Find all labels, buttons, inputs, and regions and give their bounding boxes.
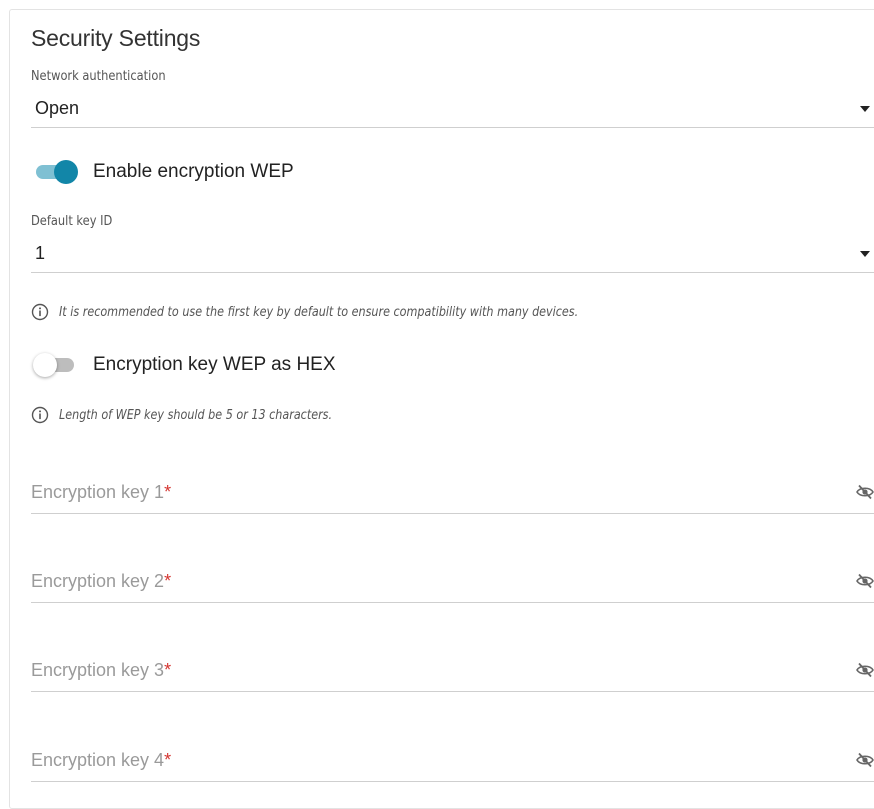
encryption-key-3-field[interactable]: Encryption key 3* <box>31 650 874 692</box>
encryption-key-4-field[interactable]: Encryption key 4* <box>31 740 874 782</box>
encryption-key-3-input[interactable] <box>31 650 841 690</box>
default-key-id-label: Default key ID <box>31 214 113 229</box>
switch-knob <box>33 353 57 377</box>
wep-hex-label: Encryption key WEP as HEX <box>93 354 336 375</box>
network-authentication-label: Network authentication <box>31 69 166 84</box>
caret-down-icon <box>860 106 870 112</box>
info-circle-icon <box>31 406 49 424</box>
eye-off-icon[interactable] <box>856 573 874 589</box>
default-key-hint-text: It is recommended to use the first key b… <box>59 304 579 320</box>
encryption-key-2-input[interactable] <box>31 561 841 601</box>
enable-wep-label: Enable encryption WEP <box>93 161 294 182</box>
default-key-id-value: 1 <box>35 243 46 263</box>
wep-hex-toggle-row[interactable]: Encryption key WEP as HEX <box>33 351 336 379</box>
info-circle-icon <box>31 303 49 321</box>
enable-wep-switch[interactable] <box>33 159 79 185</box>
wep-hex-switch[interactable] <box>33 352 79 378</box>
encryption-key-1-input[interactable] <box>31 472 841 512</box>
key-length-hint: Length of WEP key should be 5 or 13 char… <box>31 406 377 424</box>
encryption-key-4-input[interactable] <box>31 740 841 780</box>
eye-off-icon[interactable] <box>856 752 874 768</box>
eye-off-icon[interactable] <box>856 662 874 678</box>
default-key-hint: It is recommended to use the first key b… <box>31 303 663 321</box>
network-authentication-value: Open <box>35 98 80 118</box>
default-key-id-select[interactable]: 1 <box>31 237 874 273</box>
caret-down-icon <box>860 251 870 257</box>
eye-off-icon[interactable] <box>856 484 874 500</box>
enable-wep-toggle-row[interactable]: Enable encryption WEP <box>33 158 294 186</box>
network-authentication-select[interactable]: Open <box>31 92 874 128</box>
encryption-key-1-field[interactable]: Encryption key 1* <box>31 472 874 514</box>
encryption-key-2-field[interactable]: Encryption key 2* <box>31 561 874 603</box>
key-length-hint-text: Length of WEP key should be 5 or 13 char… <box>59 407 333 423</box>
switch-knob <box>54 160 78 184</box>
section-title: Security Settings <box>31 25 201 51</box>
